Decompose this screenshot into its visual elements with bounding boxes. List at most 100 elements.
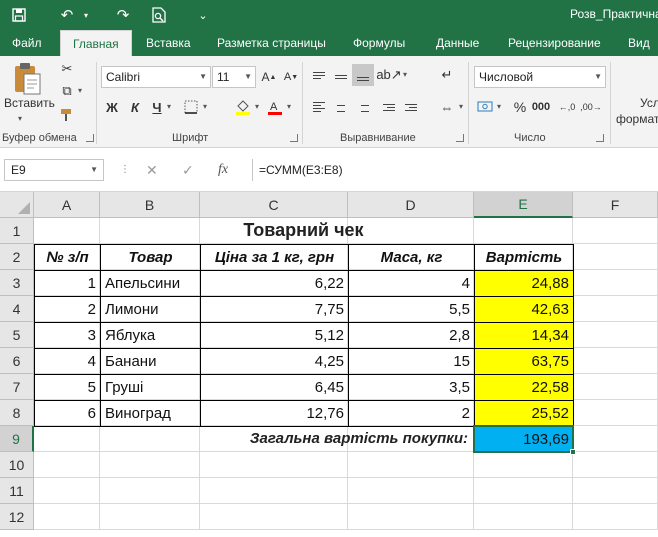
row-header-8[interactable]: 8 [0, 400, 34, 426]
paste-dropdown-icon[interactable]: ▾ [18, 114, 22, 123]
table-cell[interactable]: 2,8 [348, 322, 475, 349]
grid-cell[interactable] [573, 348, 658, 374]
grid-cell[interactable] [573, 218, 658, 244]
underline-dropdown-icon[interactable]: ▾ [167, 102, 171, 111]
font-size-combo[interactable]: 11 ▼ [212, 66, 256, 88]
insert-function-icon[interactable]: fx [218, 159, 228, 181]
underline-button[interactable]: Ч [146, 96, 168, 118]
copy-dropdown-icon[interactable]: ▾ [78, 86, 82, 95]
number-launcher-icon[interactable] [596, 134, 604, 142]
column-header-f[interactable]: F [573, 192, 658, 218]
row-header-11[interactable]: 11 [0, 478, 34, 504]
table-cell-cost[interactable]: 42,63 [474, 296, 574, 323]
column-header-a[interactable]: A [34, 192, 100, 218]
row-header-4[interactable]: 4 [0, 296, 34, 322]
number-format-combo[interactable]: Числовой ▼ [474, 66, 606, 88]
merge-dropdown-icon[interactable]: ▾ [459, 102, 463, 111]
tab-insert[interactable]: Вставка [146, 30, 191, 56]
formula-input[interactable]: =СУММ(E3:E8) [252, 159, 658, 181]
header-cell-product[interactable]: Товар [100, 244, 201, 271]
column-header-b[interactable]: B [100, 192, 200, 218]
grid-cell[interactable] [573, 478, 658, 504]
tab-view[interactable]: Вид [628, 30, 650, 56]
grid-cell[interactable] [573, 296, 658, 322]
table-cell[interactable]: 6,45 [200, 374, 349, 401]
cancel-icon[interactable]: ✕ [146, 159, 158, 181]
paste-icon[interactable] [10, 60, 44, 100]
grid-cell[interactable] [348, 452, 474, 478]
grid-cell[interactable] [573, 400, 658, 426]
orientation-icon[interactable]: ab↗ [376, 64, 401, 86]
grid-cell[interactable] [474, 452, 573, 478]
align-center-icon[interactable] [330, 96, 352, 118]
increase-font-icon[interactable]: A ▲ [258, 66, 280, 88]
table-cell[interactable]: 4 [34, 348, 101, 375]
tab-home[interactable]: Главная [60, 30, 132, 56]
total-label[interactable]: Загальна вартість покупки: [200, 426, 468, 452]
name-box[interactable]: E9 ▼ [4, 159, 104, 181]
customize-quick-access-icon[interactable]: ⌄ [196, 0, 210, 30]
fill-color-icon[interactable] [232, 96, 254, 118]
enter-icon[interactable]: ✓ [182, 159, 194, 181]
borders-dropdown-icon[interactable]: ▾ [203, 102, 207, 111]
grid-cell[interactable] [573, 426, 658, 452]
decrease-font-icon[interactable]: A ▼ [280, 66, 302, 88]
grid-cell[interactable] [474, 478, 573, 504]
accounting-format-icon[interactable] [474, 96, 496, 118]
table-cell[interactable]: 3 [34, 322, 101, 349]
table-cell[interactable]: 6 [34, 400, 101, 427]
align-right-icon[interactable] [352, 96, 374, 118]
table-cell-cost[interactable]: 25,52 [474, 400, 574, 427]
total-value-cell[interactable]: 193,69 [474, 426, 574, 453]
header-cell-price[interactable]: Ціна за 1 кг, грн [200, 244, 349, 271]
copy-icon[interactable]: ⧉ [56, 80, 78, 102]
tab-data[interactable]: Данные [436, 30, 479, 56]
italic-button[interactable]: К [124, 96, 146, 118]
table-cell[interactable]: 2 [348, 400, 475, 427]
table-cell-cost[interactable]: 14,34 [474, 322, 574, 349]
print-preview-icon[interactable] [148, 0, 170, 30]
font-launcher-icon[interactable] [290, 134, 298, 142]
table-cell[interactable]: 2 [34, 296, 101, 323]
font-color-icon[interactable]: A [264, 96, 286, 118]
redo-icon[interactable]: ↷ [112, 0, 134, 30]
grid-cell[interactable] [200, 452, 348, 478]
grid-cell[interactable] [573, 322, 658, 348]
grid-cell[interactable] [34, 478, 100, 504]
grid-cell[interactable] [573, 504, 658, 530]
grid-cell[interactable] [100, 426, 200, 452]
table-cell-cost[interactable]: 24,88 [474, 270, 574, 297]
decrease-indent-icon[interactable] [378, 96, 400, 118]
tab-formulas[interactable]: Формулы [353, 30, 405, 56]
accounting-dropdown-icon[interactable]: ▾ [497, 102, 501, 111]
fill-handle[interactable] [570, 449, 576, 455]
header-cell-cost[interactable]: Вартість [474, 244, 574, 271]
align-top-icon[interactable] [308, 64, 330, 86]
row-header-10[interactable]: 10 [0, 452, 34, 478]
fill-color-dropdown-icon[interactable]: ▾ [255, 102, 259, 111]
table-cell[interactable]: Яблука [100, 322, 201, 349]
grid-cell[interactable] [34, 504, 100, 530]
grid-cell[interactable] [100, 452, 200, 478]
borders-icon[interactable] [180, 96, 202, 118]
wrap-text-icon[interactable]: ↵ [436, 64, 458, 86]
row-header-3[interactable]: 3 [0, 270, 34, 296]
font-color-dropdown-icon[interactable]: ▾ [287, 102, 291, 111]
cut-icon[interactable]: ✂ [56, 58, 78, 80]
grid-cell[interactable] [573, 244, 658, 270]
clipboard-launcher-icon[interactable] [86, 134, 94, 142]
table-cell[interactable]: Апельсини [100, 270, 201, 297]
format-painter-icon[interactable] [56, 104, 78, 126]
grid-cell[interactable] [200, 504, 348, 530]
table-cell[interactable]: 15 [348, 348, 475, 375]
grid-cell[interactable] [474, 504, 573, 530]
grid-cell[interactable] [34, 426, 100, 452]
receipt-title[interactable]: Товарний чек [34, 218, 573, 244]
row-header-9[interactable]: 9 [0, 426, 34, 452]
grid-cell[interactable] [573, 270, 658, 296]
grid-cell[interactable] [34, 452, 100, 478]
grid-cell[interactable] [573, 374, 658, 400]
table-cell-cost[interactable]: 63,75 [474, 348, 574, 375]
table-cell[interactable]: 4,25 [200, 348, 349, 375]
increase-decimal-icon[interactable]: ←,0 [556, 96, 578, 118]
